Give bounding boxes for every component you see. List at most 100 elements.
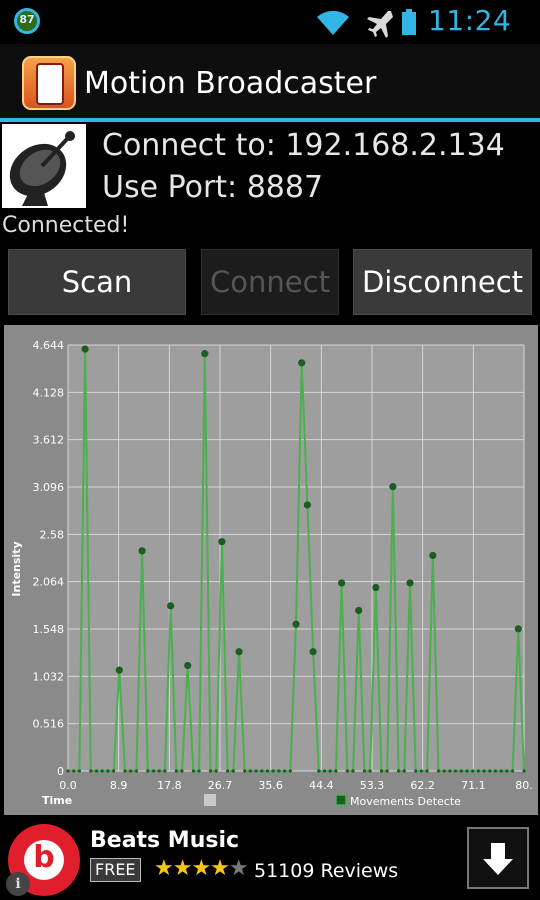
data-point (406, 579, 414, 587)
x-tick-label: 8.9 (110, 779, 128, 792)
data-point (379, 769, 384, 773)
data-point (298, 359, 306, 367)
data-point (265, 769, 270, 773)
data-point (167, 602, 175, 610)
rating-stars: ★★★★★ (154, 856, 249, 881)
data-point (505, 769, 509, 773)
review-count: 51109 Reviews (254, 860, 399, 882)
free-badge: FREE (90, 858, 141, 882)
legend-label: Movements Detecte (350, 795, 461, 808)
app-title: Motion Broadcaster (84, 66, 377, 101)
x-tick-label: 0.0 (59, 779, 77, 792)
star-icons-off: ★ (228, 856, 249, 881)
data-point (235, 648, 243, 656)
satellite-dish-icon (2, 124, 86, 208)
y-tick-label: 2.064 (33, 576, 65, 589)
data-point (231, 769, 235, 773)
data-point (283, 769, 287, 773)
x-tick-label: 26.7 (208, 779, 233, 792)
data-point (260, 769, 264, 773)
ad-info-icon[interactable]: i (6, 872, 30, 896)
data-point (115, 666, 123, 674)
data-point (454, 769, 458, 773)
download-arrow-icon (483, 843, 513, 875)
data-point (322, 769, 327, 773)
data-point (471, 769, 475, 773)
motion-chart: 0 0.516 1.032 1.548 2.064 2.58 3.096 3.612 4.128… (10, 339, 533, 808)
data-point (208, 769, 213, 773)
data-point (309, 648, 317, 656)
clock-time: 11:24 (428, 4, 512, 37)
data-point (129, 769, 133, 773)
download-button[interactable] (467, 827, 529, 889)
x-tick-label: 17.8 (157, 779, 182, 792)
data-point (488, 769, 492, 773)
legend-swatch (335, 794, 347, 806)
data-point (197, 769, 201, 773)
data-point (106, 769, 110, 773)
scroll-handle[interactable] (204, 794, 216, 806)
scan-button[interactable]: Scan (8, 249, 186, 315)
data-point (425, 769, 429, 773)
y-tick-label: 1.548 (33, 623, 65, 636)
data-point (288, 769, 292, 773)
connect-button[interactable]: Connect (201, 249, 339, 315)
plot-area (68, 345, 524, 771)
status-bar: 87 11:24 AM (0, 0, 540, 68)
y-tick-label: 0.516 (33, 718, 65, 731)
data-point (338, 579, 346, 587)
ad-banner[interactable]: b i Beats Music FREE ★★★★★ 51109 Reviews (0, 818, 540, 900)
x-axis-label: Time (42, 794, 72, 807)
y-tick-label: 4.644 (33, 339, 65, 352)
data-point (328, 769, 332, 773)
data-point (362, 769, 366, 773)
y-axis-label: Intensity (10, 541, 23, 596)
data-point (482, 769, 486, 773)
data-point (317, 769, 321, 773)
data-point (184, 661, 192, 670)
data-point (214, 769, 218, 773)
notification-badge: 87 (14, 8, 40, 34)
x-tick-label: 80. (515, 779, 533, 792)
star-icons-on: ★★★★ (154, 856, 230, 881)
data-point (163, 769, 167, 773)
data-point (226, 769, 230, 773)
x-tick-label: 35.6 (258, 779, 283, 792)
data-point (77, 769, 81, 773)
data-point (146, 769, 150, 773)
app-icon[interactable] (22, 56, 76, 110)
data-point (134, 769, 138, 773)
data-point (66, 769, 70, 773)
data-point (429, 551, 437, 560)
data-point (511, 769, 515, 773)
data-point (459, 769, 463, 773)
data-point (248, 769, 252, 773)
data-point (436, 769, 441, 773)
y-tick-label: 0 (57, 765, 64, 778)
action-bar: Motion Broadcaster (0, 44, 540, 122)
disconnect-button[interactable]: Disconnect (353, 249, 532, 315)
data-point (218, 538, 226, 546)
data-point (72, 769, 76, 773)
data-point (94, 769, 99, 773)
data-point (138, 547, 146, 555)
data-point (397, 769, 401, 773)
data-point (174, 769, 178, 773)
data-point (151, 769, 156, 773)
data-point (465, 769, 469, 773)
data-point (351, 769, 355, 773)
data-point (476, 769, 480, 773)
data-point (493, 769, 498, 773)
data-point (180, 769, 184, 773)
data-point (345, 769, 349, 773)
data-point (254, 769, 258, 773)
data-point (81, 345, 89, 353)
beats-logo-letter: b (33, 840, 55, 875)
data-point (123, 769, 127, 773)
data-point (271, 769, 275, 773)
data-point (355, 606, 363, 615)
data-point (89, 769, 93, 773)
data-point (201, 350, 209, 358)
data-point (514, 625, 522, 633)
connection-status: Connected! (2, 213, 130, 238)
